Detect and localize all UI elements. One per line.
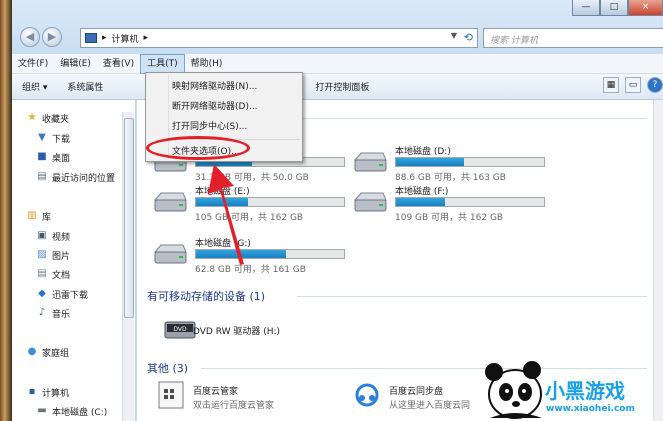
section-divider — [297, 296, 647, 297]
back-button[interactable]: ◀ — [20, 27, 40, 47]
navigation-pane: ★ 收藏夹 ▼ 下载 ■ 桌面 ▤ 最近访问的位置 ▥ 库 ▣ 视频 ▨ 图片 ▤ 文档 ◆ 迅雷… — [12, 100, 136, 421]
svg-text:DVD: DVD — [173, 326, 187, 333]
drive-usage-fill — [396, 158, 465, 166]
navigation-scrollbar[interactable] — [122, 112, 134, 421]
other-item-name: 百度云同步盘 — [389, 387, 444, 397]
forward-button[interactable]: ▶ — [42, 27, 62, 47]
baidu-sync-icon — [355, 383, 379, 407]
nav-homegroup[interactable]: ● 家庭组 — [26, 344, 69, 360]
download-folder-icon: ▼ — [38, 132, 46, 143]
drive-usage-fill — [396, 198, 445, 206]
recent-places-icon: ▤ — [37, 171, 47, 182]
drive-free-space: 109 GB 可用，共 162 GB — [395, 213, 504, 223]
nav-computer[interactable]: ▪ 计算机 — [26, 384, 69, 400]
menu-help[interactable]: 帮助(H) — [185, 54, 229, 74]
address-bar[interactable]: ▸ 计算机 ▸ ▼ ⟲ — [80, 28, 478, 48]
drive-item[interactable]: 本地磁盘 (D:) 88.6 GB 可用，共 163 GB — [353, 144, 553, 184]
baidu-cloud-manager-icon — [158, 381, 184, 409]
maximize-button[interactable]: □ — [600, 0, 628, 16]
nav-library[interactable]: ▥ 库 — [26, 208, 51, 224]
video-icon: ▣ — [37, 230, 47, 241]
homegroup-icon: ● — [27, 346, 37, 357]
nav-downloads[interactable]: ▼ 下载 — [36, 130, 70, 146]
menu-file[interactable]: 文件(F) — [12, 54, 54, 74]
command-bar: 组织 ▾ 系统属性 打开控制面板 ▦ ▭ ? — [12, 74, 663, 100]
nav-favorites[interactable]: ★ 收藏夹 — [26, 110, 70, 126]
close-button[interactable]: × — [628, 0, 663, 16]
nav-music[interactable]: ♪ 音乐 — [36, 305, 70, 321]
system-properties-button[interactable]: 系统属性 — [57, 80, 113, 93]
nav-videos[interactable]: ▣ 视频 — [36, 228, 70, 244]
menu-view[interactable]: 查看(V) — [97, 54, 140, 74]
menu-edit[interactable]: 编辑(E) — [54, 54, 97, 74]
drive-item[interactable]: 本地磁盘 (F:) 109 GB 可用，共 162 GB — [353, 184, 553, 224]
other-item-desc: 双击运行百度云管家 — [193, 401, 275, 411]
drive-usage-bar — [395, 197, 545, 207]
breadcrumb-chevron-icon: ▸ — [143, 33, 149, 43]
watermark-brand: 小黑游戏 — [545, 379, 625, 403]
preview-pane-icon[interactable]: ▭ — [625, 77, 641, 93]
nav-documents[interactable]: ▤ 文档 — [36, 266, 70, 282]
hard-disk-icon — [153, 192, 187, 212]
xunlei-icon: ◆ — [38, 288, 46, 299]
minimize-button[interactable]: — — [572, 0, 600, 16]
dvd-drive-name: DVD RW 驱动器 (H:) — [193, 327, 281, 337]
menu-item-map-network-drive[interactable]: 映射网络驱动器(N)... — [146, 77, 302, 97]
section-header-removable[interactable]: 有可移动存储的设备 (1) — [147, 288, 265, 304]
watermark-url: www.xiaohei.com — [546, 404, 635, 414]
drive-usage-bar — [395, 157, 545, 167]
picture-icon: ▨ — [37, 249, 47, 260]
computer-icon: ▪ — [28, 386, 36, 397]
dvd-drive-item[interactable]: DVD DVD RW 驱动器 (H:) — [163, 312, 363, 352]
menu-item-sync-center[interactable]: 打开同步中心(S)... — [146, 117, 302, 137]
library-icon: ▥ — [27, 210, 37, 221]
music-icon: ♪ — [38, 307, 46, 318]
section-header-other[interactable]: 其他 (3) — [147, 360, 188, 376]
breadcrumb-computer[interactable]: 计算机 — [112, 32, 139, 45]
title-bar: — □ × ◀ ▶ ▸ 计算机 ▸ ▼ ⟲ 搜索 计算机 — [12, 0, 663, 52]
help-icon[interactable]: ? — [647, 77, 663, 93]
drive-name: 本地磁盘 (F:) — [395, 187, 449, 197]
drive-free-space: 88.6 GB 可用，共 163 GB — [395, 173, 506, 183]
nav-recent[interactable]: ▤ 最近访问的位置 — [36, 169, 115, 185]
computer-icon — [85, 33, 97, 43]
star-icon: ★ — [27, 112, 37, 123]
address-dropdown-icon[interactable]: ▼ — [451, 31, 457, 40]
hard-disk-icon — [353, 192, 387, 212]
menu-bar: 文件(F) 编辑(E) 查看(V) 工具(T) 帮助(H) — [12, 53, 663, 74]
hard-disk-icon — [153, 244, 187, 264]
nav-pictures[interactable]: ▨ 图片 — [36, 247, 70, 263]
hard-disk-icon: ▬ — [37, 405, 47, 416]
breadcrumb-chevron-icon: ▸ — [102, 33, 107, 43]
search-input[interactable]: 搜索 计算机 — [483, 28, 663, 48]
document-icon: ▤ — [37, 268, 47, 279]
nav-xunlei[interactable]: ◆ 迅雷下载 — [36, 286, 88, 302]
desktop-icon: ■ — [37, 151, 47, 162]
refresh-icon[interactable]: ⟲ — [464, 31, 473, 44]
nav-desktop[interactable]: ■ 桌面 — [36, 149, 70, 165]
other-item[interactable]: 百度云管家 双击运行百度云管家 — [157, 380, 357, 420]
nav-local-disk-c[interactable]: ▬ 本地磁盘 (C:) — [36, 403, 107, 419]
explorer-window: — □ × ◀ ▶ ▸ 计算机 ▸ ▼ ⟲ 搜索 计算机 文件(F) 编辑(E)… — [0, 0, 663, 421]
other-item-name: 百度云管家 — [193, 387, 239, 397]
drive-name: 本地磁盘 (D:) — [395, 147, 451, 157]
view-options-icon[interactable]: ▦ — [603, 77, 619, 93]
open-control-panel-button[interactable]: 打开控制面板 — [305, 80, 379, 93]
other-item-desc: 从这里进入百度云同 — [389, 401, 471, 411]
annotation-circle — [146, 136, 250, 160]
dvd-drive-icon: DVD — [164, 321, 196, 339]
scrollbar-thumb[interactable] — [124, 118, 134, 318]
section-divider — [257, 118, 647, 119]
menu-item-disconnect-network-drive[interactable]: 断开网络驱动器(D)... — [146, 97, 302, 117]
desktop-background-strip — [0, 0, 12, 421]
menu-tools[interactable]: 工具(T) — [140, 53, 185, 74]
annotation-arrow — [208, 164, 244, 265]
organize-button[interactable]: 组织 ▾ — [12, 80, 57, 93]
hard-disk-icon — [353, 152, 387, 172]
